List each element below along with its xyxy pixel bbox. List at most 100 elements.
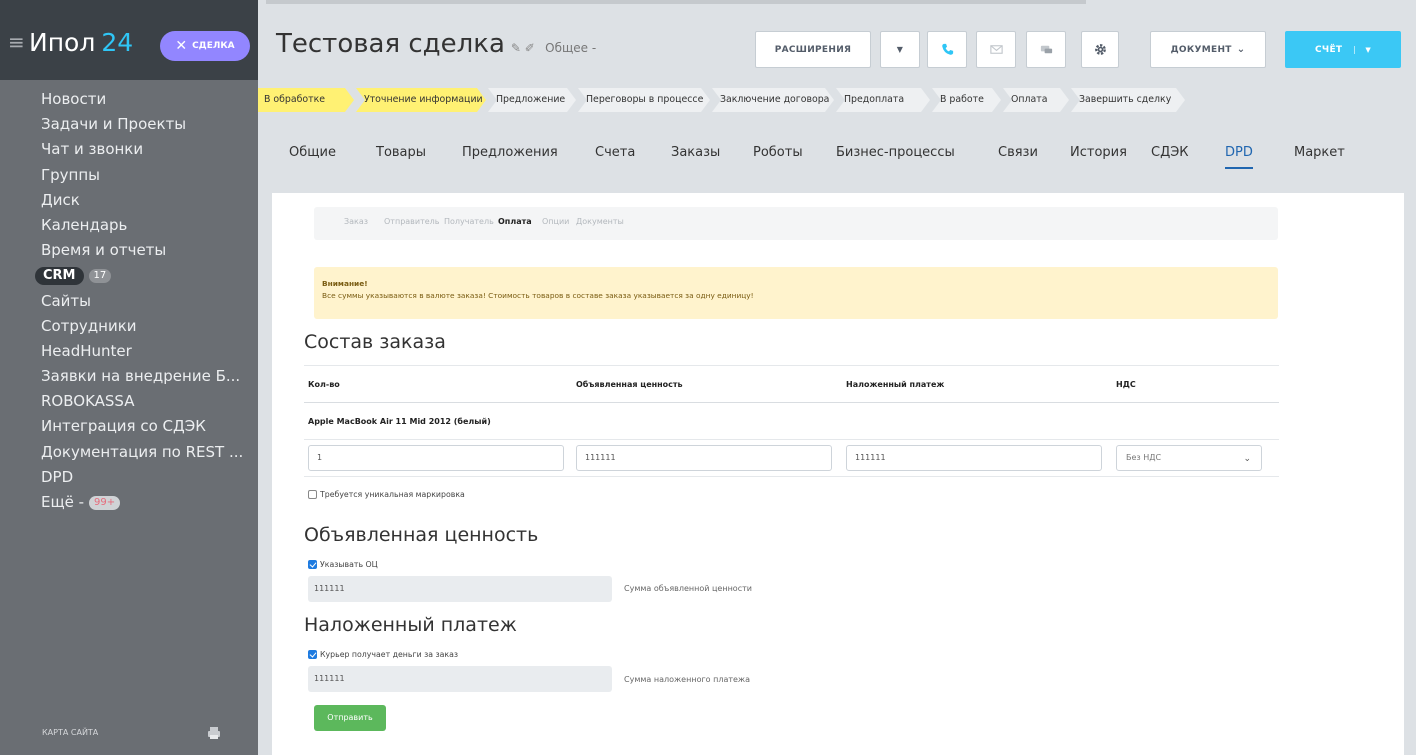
tab-robots[interactable]: Роботы: [753, 145, 803, 160]
sidebar-item-disk[interactable]: Диск: [0, 188, 258, 213]
caret-down-icon: ▼: [896, 45, 904, 54]
sidebar-item-time[interactable]: Время и отчеты: [0, 238, 258, 263]
tab-orders[interactable]: Заказы: [671, 145, 720, 160]
tab-history[interactable]: История: [1070, 145, 1127, 160]
settings-button[interactable]: [1081, 31, 1119, 68]
tab-market[interactable]: Маркет: [1294, 145, 1345, 160]
more-label: Ещё -: [41, 493, 85, 511]
invoice-label: СЧЁТ: [1314, 44, 1343, 55]
stage-in-work[interactable]: В работе: [932, 88, 1001, 112]
stage-offer[interactable]: Предложение: [488, 88, 576, 112]
sidebar-item-calendar[interactable]: Календарь: [0, 213, 258, 238]
tab-business-processes[interactable]: Бизнес-процессы: [836, 145, 955, 160]
declared-checkbox-label: Указывать ОЦ: [320, 560, 378, 569]
close-deal-button[interactable]: ✕ СДЕЛКА: [160, 31, 250, 61]
deal-button-label: СДЕЛКА: [192, 41, 235, 51]
subtab-payment[interactable]: Оплата: [498, 217, 532, 226]
logo-number: 24: [101, 28, 134, 57]
sidebar-item-groups[interactable]: Группы: [0, 163, 258, 188]
chevron-down-icon: ⌄: [1243, 454, 1251, 464]
category-select[interactable]: Общее -: [545, 41, 596, 55]
phone-icon: [941, 43, 953, 55]
subtab-order[interactable]: Заказ: [344, 217, 368, 226]
sidebar-item-requests[interactable]: Заявки на внедрение Б...: [0, 364, 258, 389]
cod-input[interactable]: 111111: [846, 445, 1102, 471]
col-declared: Объявленная ценность: [572, 365, 842, 403]
sitemap-link[interactable]: КАРТА САЙТА: [42, 728, 98, 737]
sidebar-item-sites[interactable]: Сайты: [0, 289, 258, 314]
print-icon[interactable]: [207, 726, 221, 740]
col-cod: Наложенный платеж: [842, 365, 1112, 403]
email-button[interactable]: [976, 31, 1016, 68]
col-qty: Кол-во: [304, 365, 572, 403]
sidebar-item-headhunter[interactable]: HeadHunter: [0, 339, 258, 364]
cod-cell: 111111: [842, 439, 1112, 477]
declared-sum-field[interactable]: 111111: [308, 576, 612, 602]
tab-links[interactable]: Связи: [998, 145, 1038, 160]
tab-invoices[interactable]: Счета: [595, 145, 635, 160]
table-row: 1 111111 111111 Без НДС ⌄: [304, 439, 1279, 477]
deal-title[interactable]: Тестовая сделка: [276, 29, 505, 59]
deal-header: Тестовая сделка ✎ ✐ Общее - РАСШИРЕНИЯ ▼ …: [258, 0, 1416, 80]
declared-value-input[interactable]: 111111: [576, 445, 832, 471]
dpd-subnav: Заказ Отправитель Получатель Оплата Опци…: [314, 207, 1278, 240]
order-items-table: Кол-во Объявленная ценность Наложенный п…: [304, 365, 1279, 477]
chat-icon: [1040, 45, 1052, 54]
tab-general[interactable]: Общие: [289, 145, 336, 160]
checkbox-checked[interactable]: [308, 650, 317, 659]
vat-select[interactable]: Без НДС ⌄: [1116, 445, 1262, 471]
stage-finish[interactable]: Завершить сделку: [1071, 88, 1185, 112]
tab-offers[interactable]: Предложения: [462, 145, 558, 160]
logo-name: Ипол: [29, 28, 96, 57]
extensions-button[interactable]: РАСШИРЕНИЯ: [755, 31, 871, 68]
table-row: Apple MacBook Air 11 Mid 2012 (белый): [304, 402, 1279, 440]
checkbox-box[interactable]: [308, 490, 317, 499]
declared-value-checkbox[interactable]: Указывать ОЦ: [308, 560, 378, 569]
order-heading: Состав заказа: [304, 331, 446, 353]
invoice-button[interactable]: СЧЁТ ▼: [1285, 31, 1401, 68]
sidebar-item-tasks[interactable]: Задачи и Проекты: [0, 112, 258, 137]
stage-prepayment[interactable]: Предоплата: [836, 88, 930, 112]
cod-heading: Наложенный платеж: [304, 614, 517, 636]
more-counter-badge: 99+: [89, 495, 121, 510]
tab-dpd[interactable]: DPD: [1225, 145, 1253, 169]
cod-sum-hint: Сумма наложенного платежа: [624, 675, 751, 684]
menu-icon[interactable]: ≡: [8, 30, 25, 54]
edit-pencil-icon[interactable]: ✎ ✐: [511, 41, 535, 55]
qty-input[interactable]: 1: [308, 445, 564, 471]
stage-contract[interactable]: Заключение договора: [712, 88, 834, 112]
sidebar-item-dpd[interactable]: DPD: [0, 465, 258, 490]
sidebar-item-rest-docs[interactable]: Документация по REST ...: [0, 440, 258, 465]
document-button[interactable]: ДОКУМЕНТ ⌄: [1150, 31, 1266, 68]
stage-negotiation[interactable]: Переговоры в процессе: [578, 88, 710, 112]
sidebar-item-more[interactable]: Ещё - 99+: [0, 490, 258, 515]
portal-logo[interactable]: Ипол 24: [29, 28, 133, 57]
subtab-sender[interactable]: Отправитель: [384, 217, 440, 226]
subtab-options[interactable]: Опции: [542, 217, 569, 226]
tab-products[interactable]: Товары: [376, 145, 426, 160]
alert-text: Все суммы указываются в валюте заказа! С…: [322, 291, 754, 300]
stage-clarification[interactable]: Уточнение информации: [356, 88, 486, 112]
cod-sum-field[interactable]: 111111: [308, 666, 612, 692]
subtab-documents[interactable]: Документы: [576, 217, 624, 226]
stage-payment[interactable]: Оплата: [1003, 88, 1069, 112]
unique-marking-checkbox[interactable]: Требуется уникальная маркировка: [308, 490, 465, 499]
sidebar-item-employees[interactable]: Сотрудники: [0, 314, 258, 339]
sidebar-item-crm[interactable]: CRM 17: [0, 263, 258, 288]
cod-checkbox-label: Курьер получает деньги за заказ: [320, 650, 459, 659]
stage-processing[interactable]: В обработке: [258, 88, 354, 112]
subtab-recipient[interactable]: Получатель: [444, 217, 494, 226]
sidebar-item-news[interactable]: Новости: [0, 87, 258, 112]
sidebar-item-robokassa[interactable]: ROBOKASSA: [0, 389, 258, 414]
checkbox-checked[interactable]: [308, 560, 317, 569]
call-button[interactable]: [927, 31, 967, 68]
sidebar-header: ≡ Ипол 24 ✕ СДЕЛКА: [0, 0, 258, 80]
caret-down-icon: ▼: [1354, 45, 1371, 54]
tab-cdek[interactable]: СДЭК: [1151, 145, 1189, 160]
cod-checkbox[interactable]: Курьер получает деньги за заказ: [308, 650, 458, 659]
chat-button[interactable]: [1026, 31, 1066, 68]
sidebar-item-chat[interactable]: Чат и звонки: [0, 137, 258, 162]
extensions-dropdown-button[interactable]: ▼: [880, 31, 920, 68]
sidebar-item-cdek[interactable]: Интеграция со СДЭК: [0, 414, 258, 439]
submit-button[interactable]: Отправить: [314, 705, 386, 731]
